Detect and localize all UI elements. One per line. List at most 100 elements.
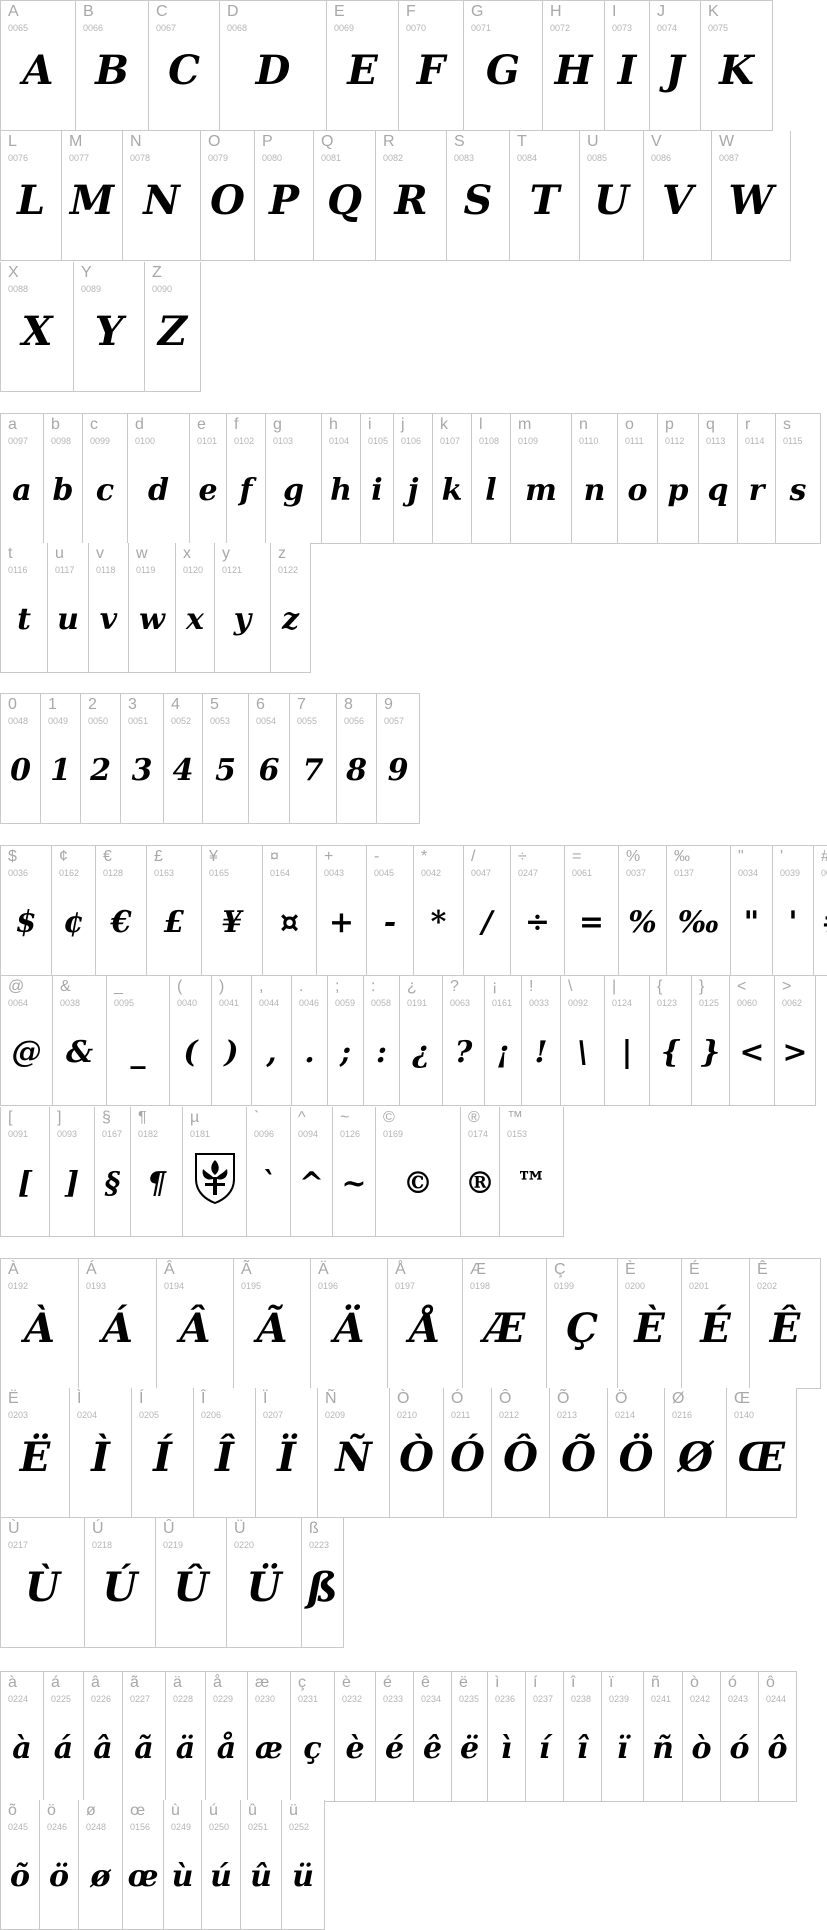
glyph-sample: ) <box>224 1035 239 1070</box>
glyph-code: 0062 <box>782 998 803 1008</box>
glyph-label: Í <box>139 1390 144 1407</box>
glyph-code: 0216 <box>672 1410 693 1420</box>
glyph-cell-0239: ï 0239 ï <box>602 1671 644 1802</box>
glyph-cell-0249: ù 0249 ù <box>164 1800 202 1930</box>
glyph-code: 0051 <box>128 716 149 726</box>
glyph-label: . <box>299 978 304 995</box>
glyph-sample: Ç <box>566 1305 598 1352</box>
glyph-sample: Œ <box>737 1434 786 1481</box>
glyph-cell-0217: Ù 0217 Ù <box>0 1518 85 1648</box>
glyph-cell-0038: & 0038 & <box>53 976 107 1106</box>
glyph-sample: ã <box>134 1731 154 1766</box>
glyph-chart: A 0065 A B 0066 B C 0067 C D 0068 D E 0069 E F 0070 F G 007… <box>0 0 827 1930</box>
glyph-label: à <box>8 1674 17 1691</box>
glyph-cell-0053: 5 0053 5 <box>203 693 249 824</box>
glyph-code: 0218 <box>92 1540 113 1550</box>
glyph-code: 0049 <box>48 716 69 726</box>
glyph-code: 0058 <box>371 998 392 1008</box>
glyph-sample: j <box>407 473 419 508</box>
glyph-cell-0218: Ú 0218 Ú <box>85 1518 156 1648</box>
glyph-label: W <box>719 133 735 150</box>
glyph-cell-0195: Ã 0195 Ã <box>234 1258 311 1389</box>
glyph-code: 0047 <box>471 868 492 878</box>
glyph-cell-0120: x 0120 x <box>176 543 215 673</box>
glyph-code: 0163 <box>154 868 175 878</box>
glyph-sample: ö <box>48 1859 69 1894</box>
glyph-label: ï <box>609 1674 614 1691</box>
glyph-cell-0113: q 0113 q <box>699 413 738 544</box>
glyph-sample: é <box>384 1731 405 1766</box>
glyph-sample: ` <box>261 1166 276 1201</box>
glyph-code: 0207 <box>263 1410 284 1420</box>
glyph-label: £ <box>154 848 163 865</box>
glyph-label: X <box>8 264 19 281</box>
glyph-sample: Ë <box>19 1434 51 1481</box>
glyph-code: 0239 <box>609 1694 630 1704</box>
glyph-label: ä <box>173 1674 182 1691</box>
glyph-sample: = <box>578 905 605 940</box>
glyph-cell-0226: â 0226 â <box>84 1671 123 1802</box>
glyph-sample: g <box>283 473 304 508</box>
glyph-cell-0121: y 0121 y <box>215 543 271 673</box>
glyph-code: 0243 <box>728 1694 749 1704</box>
glyph-cell-0212: Ô 0212 Ô <box>492 1388 550 1518</box>
glyph-sample: c <box>95 473 115 508</box>
glyph-cell-0229: å 0229 å <box>206 1671 248 1802</box>
glyph-sample: v <box>99 602 118 637</box>
glyph-sample: 0 <box>10 753 31 788</box>
glyph-cell-0118: v 0118 v <box>89 543 129 673</box>
glyph-sample: U <box>594 177 629 224</box>
glyph-sample: Å <box>409 1305 441 1352</box>
glyph-code: 0204 <box>77 1410 98 1420</box>
glyph-code: 0120 <box>183 565 204 575</box>
glyph-sample: L <box>16 177 46 224</box>
glyph-label: Å <box>395 1261 406 1278</box>
glyph-code: 0249 <box>171 1822 192 1832</box>
glyph-label: z <box>278 545 286 562</box>
glyph-sample: á <box>53 1731 74 1766</box>
glyph-cell-0225: á 0225 á <box>44 1671 84 1802</box>
glyph-label: ; <box>335 978 340 995</box>
glyph-sample: t <box>17 602 31 637</box>
glyph-sample: / <box>481 905 493 940</box>
glyph-sample: R <box>394 177 428 224</box>
glyph-sample: P <box>268 177 300 224</box>
glyph-label: i <box>368 416 372 433</box>
glyph-cell-0087: W 0087 W <box>712 131 791 261</box>
glyph-sample: ÷ <box>524 905 551 940</box>
glyph-cell-0106: j 0106 j <box>394 413 433 544</box>
glyph-label: < <box>737 978 747 995</box>
glyph-cell-0109: m 0109 m <box>511 413 572 544</box>
glyph-label: ~ <box>340 1109 350 1126</box>
glyph-code: 0042 <box>421 868 442 878</box>
glyph-sample: f <box>239 473 253 508</box>
glyph-code: 0099 <box>90 436 111 446</box>
glyph-label: + <box>324 848 334 865</box>
glyph-cell-0156: œ 0156 œ <box>123 1800 164 1930</box>
glyph-label: : <box>371 978 376 995</box>
glyph-sample: \ <box>577 1035 588 1070</box>
shield-fleur-de-lis-icon <box>183 1151 246 1211</box>
glyph-sample: r <box>748 473 765 508</box>
glyph-sample: © <box>403 1166 433 1201</box>
glyph-label: A <box>8 3 19 20</box>
glyph-label: 2 <box>88 696 97 713</box>
glyph-sample: < <box>739 1035 765 1070</box>
glyph-label: É <box>689 1261 700 1278</box>
glyph-cell-0211: Ó 0211 Ó <box>444 1388 492 1518</box>
glyph-label: / <box>471 848 476 865</box>
glyph-label: © <box>383 1109 395 1126</box>
glyph-cell-0041: ) 0041) <box>212 976 252 1106</box>
glyph-cell-0044: , 0044, <box>252 976 292 1106</box>
glyph-label: Â <box>164 1261 175 1278</box>
glyph-sample: % <box>628 905 657 940</box>
glyph-sample: I <box>617 47 637 94</box>
glyph-cell-0245: õ 0245 õ <box>0 1800 40 1930</box>
glyph-sample: y <box>233 602 252 637</box>
glyph-sample: G <box>485 47 521 94</box>
glyph-sample: ü <box>292 1859 314 1894</box>
glyph-cell-0054: 6 0054 6 <box>249 693 290 824</box>
glyph-label: G <box>471 3 484 20</box>
glyph-sample: ~ <box>341 1166 367 1201</box>
glyph-label: Ì <box>77 1390 82 1407</box>
